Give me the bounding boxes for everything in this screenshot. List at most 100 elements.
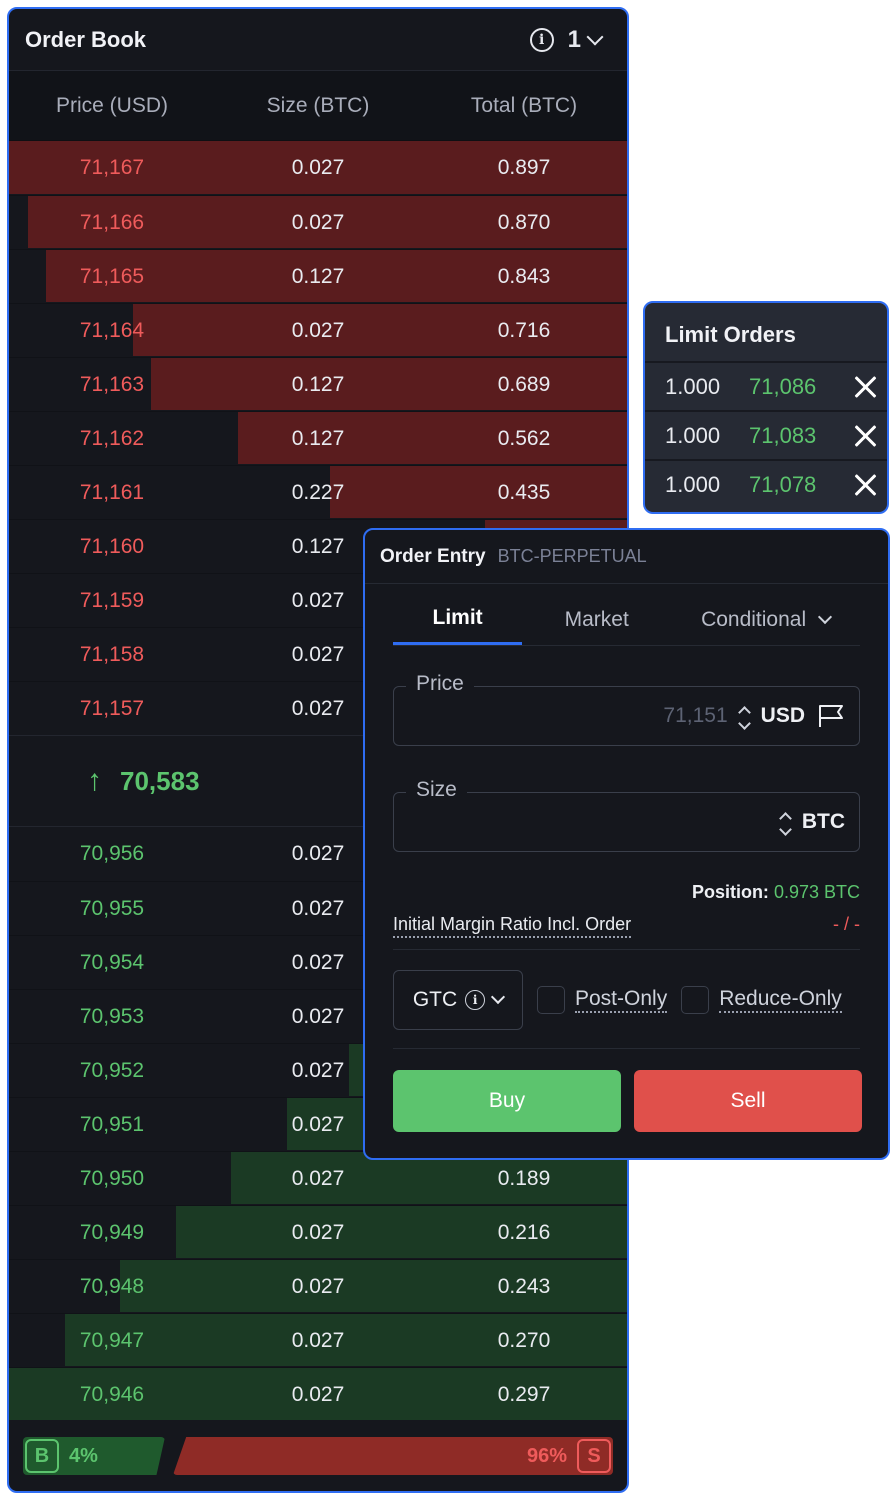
order-entry-header: Order Entry BTC-PERPETUAL (365, 530, 888, 584)
order-entry-title: Order Entry (380, 545, 486, 567)
bid-row[interactable]: 70,949 0.027 0.216 (9, 1205, 627, 1259)
price-stepper[interactable] (737, 704, 751, 730)
ask-row[interactable]: 71,166 0.027 0.870 (9, 195, 627, 249)
ask-row[interactable]: 71,167 0.027 0.897 (9, 141, 627, 195)
limit-order-price: 71,083 (749, 422, 817, 448)
bid-total: 0.270 (497, 1328, 551, 1352)
size-field[interactable]: Size BTC (393, 778, 860, 852)
sell-button[interactable]: Sell (634, 1070, 862, 1132)
limit-order-size: 1.000 (665, 422, 721, 448)
grouping-dropdown[interactable]: 1 (568, 26, 604, 54)
price-unit: USD (760, 704, 805, 727)
bid-total: 0.216 (497, 1220, 551, 1244)
limit-orders-panel: Limit Orders 1.000 71,086 1.000 71,083 1… (643, 301, 889, 514)
ask-price: 71,158 (79, 642, 145, 666)
price-field[interactable]: Price 71,151 USD (393, 672, 860, 746)
time-in-force-value: GTC (412, 988, 458, 1011)
close-icon[interactable] (853, 473, 877, 497)
bid-total: 0.243 (497, 1274, 551, 1298)
reduce-only-option[interactable]: Reduce-Only (681, 986, 842, 1014)
info-icon[interactable]: i (465, 990, 486, 1010)
close-icon[interactable] (853, 424, 877, 448)
price-input[interactable]: 71,151 (663, 704, 727, 728)
reduce-only-checkbox[interactable] (681, 986, 710, 1014)
limit-order-row[interactable]: 1.000 71,086 (645, 361, 887, 410)
bid-price: 70,949 (79, 1220, 145, 1244)
ask-size: 0.027 (291, 210, 345, 234)
ask-price: 71,160 (79, 534, 145, 558)
reduce-only-label[interactable]: Reduce-Only (719, 987, 842, 1013)
ask-size: 0.227 (291, 480, 345, 504)
ask-row[interactable]: 71,161 0.227 0.435 (9, 465, 627, 519)
limit-order-row[interactable]: 1.000 71,078 (645, 459, 887, 508)
ask-total: 0.716 (497, 318, 551, 342)
bid-size: 0.027 (291, 1382, 345, 1406)
limit-order-size: 1.000 (665, 471, 721, 497)
bid-price: 70,954 (79, 950, 145, 974)
buy-percent: 4% (69, 1445, 98, 1467)
bid-size: 0.027 (291, 1328, 345, 1352)
bid-price: 70,948 (79, 1274, 145, 1298)
ask-total: 0.897 (497, 156, 551, 179)
bid-price: 70,946 (79, 1382, 145, 1406)
post-only-option[interactable]: Post-Only (537, 986, 668, 1014)
limit-order-price: 71,078 (749, 471, 817, 497)
time-in-force-select[interactable]: GTC i (393, 970, 523, 1030)
limit-order-row[interactable]: 1.000 71,083 (645, 410, 887, 459)
tab-market[interactable]: Market (522, 594, 671, 645)
ask-row[interactable]: 71,164 0.027 0.716 (9, 303, 627, 357)
chevron-down-icon[interactable] (737, 717, 751, 730)
limit-orders-title: Limit Orders (665, 322, 796, 347)
buy-tag: B (25, 1439, 59, 1473)
chevron-down-icon[interactable] (778, 823, 792, 836)
sell-percent: 96% (526, 1445, 567, 1467)
size-stepper[interactable] (778, 810, 792, 836)
ask-row[interactable]: 71,165 0.127 0.843 (9, 249, 627, 303)
ask-price: 71,161 (79, 480, 145, 504)
initial-margin-ratio: Initial Margin Ratio Incl. Order - / - (393, 914, 860, 950)
ask-price: 71,165 (79, 264, 145, 288)
bid-price: 70,952 (79, 1058, 145, 1082)
column-header-total: Total (BTC) (470, 93, 578, 117)
divider (393, 1048, 860, 1049)
bid-price: 70,947 (79, 1328, 145, 1352)
bid-price: 70,950 (79, 1166, 145, 1190)
buy-button[interactable]: Buy (393, 1070, 621, 1132)
tab-conditional[interactable]: Conditional (671, 594, 860, 645)
bid-row[interactable]: 70,948 0.027 0.243 (9, 1259, 627, 1313)
close-icon[interactable] (853, 375, 877, 399)
post-only-label[interactable]: Post-Only (575, 987, 668, 1013)
ask-row[interactable]: 71,162 0.127 0.562 (9, 411, 627, 465)
ask-price: 71,157 (79, 696, 145, 720)
ask-size: 0.027 (291, 156, 345, 179)
tab-limit[interactable]: Limit (393, 594, 523, 645)
ask-row[interactable]: 71,163 0.127 0.689 (9, 357, 627, 411)
info-icon[interactable]: i (529, 27, 554, 52)
flag-icon[interactable] (817, 704, 845, 728)
ask-size: 0.127 (291, 426, 345, 450)
imr-label[interactable]: Initial Margin Ratio Incl. Order (393, 914, 632, 938)
bid-total: 0.297 (497, 1382, 551, 1406)
position-label: Position: (691, 882, 769, 902)
mid-price: 70,583 (120, 765, 200, 796)
ask-size: 0.127 (291, 372, 345, 396)
bid-price: 70,956 (79, 842, 145, 865)
ask-price: 71,167 (79, 156, 145, 179)
bid-row[interactable]: 70,947 0.027 0.270 (9, 1313, 627, 1367)
position-value: 0.973 BTC (773, 882, 860, 902)
limit-order-price: 71,086 (749, 373, 817, 399)
bid-price: 70,951 (79, 1112, 145, 1136)
price-label: Price (406, 672, 474, 696)
ask-total: 0.843 (497, 264, 551, 288)
limit-order-size: 1.000 (665, 373, 721, 399)
chevron-down-icon (586, 28, 604, 45)
post-only-checkbox[interactable] (537, 986, 565, 1014)
order-book-column-headers: Price (USD) Size (BTC) Total (BTC) (9, 71, 627, 141)
ask-total: 0.689 (497, 372, 551, 396)
sell-tag: S (577, 1439, 611, 1473)
ask-price: 71,166 (79, 210, 145, 234)
buy-sell-ratio: B 4% 96% S (23, 1437, 613, 1475)
bid-row[interactable]: 70,946 0.027 0.297 (9, 1367, 627, 1421)
ask-total: 0.870 (497, 210, 551, 234)
bid-price: 70,955 (79, 896, 145, 920)
